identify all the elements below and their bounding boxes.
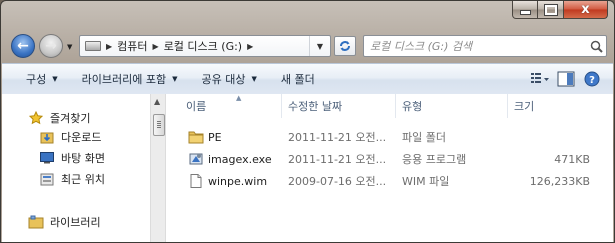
file-size: 126,233KB — [529, 174, 590, 188]
column-headers: 이름 ▲ 수정한 날짜 유형 크기 — [166, 94, 613, 118]
chevron-down-icon: ▼ — [52, 75, 58, 83]
table-row[interactable]: imagex.exe 2011-11-21 오전... 응용 프로그램 471K… — [166, 149, 613, 169]
nav-item-recent-places[interactable]: 최근 위치 — [39, 171, 105, 187]
column-date-label: 수정한 날짜 — [288, 100, 343, 113]
back-arrow-icon: ← — [17, 38, 29, 54]
view-options-icon — [531, 73, 549, 83]
download-folder-icon — [39, 130, 55, 144]
file-name: winpe.wim — [208, 174, 268, 188]
table-row[interactable]: winpe.wim 2009-07-16 오전... WIM 파일 126,23… — [166, 171, 613, 191]
exe-icon — [189, 153, 203, 165]
desktop-icon — [39, 151, 55, 165]
nav-libraries-label: 라이브러리 — [50, 216, 101, 229]
column-type-label: 유형 — [402, 100, 423, 113]
recent-pages-button[interactable]: ▼ — [67, 43, 72, 51]
scroll-up-icon[interactable]: ▲ — [154, 97, 160, 106]
column-type[interactable]: 유형 — [396, 94, 508, 118]
back-button[interactable]: ← — [11, 34, 35, 58]
close-icon: x — [581, 2, 590, 17]
organize-menu[interactable]: 구성 ▼ — [2, 71, 70, 87]
file-list: 이름 ▲ 수정한 날짜 유형 크기 PE 2011-11-21 오전... 파일… — [166, 94, 613, 242]
search-input[interactable]: 로컬 디스크 (G:) 검색 — [364, 38, 586, 54]
file-type: WIM 파일 — [402, 175, 450, 188]
help-icon: ? — [584, 71, 600, 87]
address-dropdown-button[interactable]: ▼ — [309, 36, 330, 56]
grip-icon — [157, 121, 161, 128]
forward-arrow-icon: → — [45, 38, 57, 54]
search-icon[interactable] — [586, 40, 606, 53]
caption-buttons: x — [512, 1, 608, 19]
maximize-icon — [543, 3, 558, 16]
include-in-library-label: 라이브러리에 포함 — [81, 73, 167, 86]
nav-item-label: 최근 위치 — [61, 173, 105, 186]
navigation-row: ← → ▼ ▶ 컴퓨터 ▶ 로컬 디스크 (G:) ▶ ▼ 로컬 디스크 (G:… — [1, 31, 614, 61]
file-type: 파일 폴더 — [402, 131, 446, 144]
star-icon — [28, 111, 44, 125]
svg-text:?: ? — [589, 75, 595, 86]
address-bar[interactable]: ▶ 컴퓨터 ▶ 로컬 디스크 (G:) ▶ ▼ — [79, 35, 331, 57]
nav-item-desktop[interactable]: 바탕 화면 — [39, 150, 105, 166]
column-size-label: 크기 — [514, 100, 535, 113]
nav-item-downloads[interactable]: 다운로드 — [39, 129, 101, 145]
table-row[interactable]: PE 2011-11-21 오전... 파일 폴더 — [166, 127, 613, 147]
explorer-window: x ← → ▼ ▶ 컴퓨터 ▶ 로컬 디스크 (G:) ▶ ▼ 로컬 디스크 (… — [0, 0, 615, 243]
nav-favorites[interactable]: 즐겨찾기 — [28, 110, 90, 126]
chevron-down-icon: ▼ — [251, 75, 257, 83]
chevron-down-icon: ▼ — [172, 75, 178, 83]
refresh-icon — [340, 41, 350, 51]
search-box[interactable]: 로컬 디스크 (G:) 검색 — [363, 35, 607, 57]
maximize-button[interactable] — [538, 1, 564, 19]
new-folder-button[interactable]: 새 폴더 — [269, 71, 327, 87]
chevron-down-icon: ▼ — [316, 41, 324, 51]
file-size — [508, 127, 590, 147]
navigation-pane: 즐겨찾기 다운로드 바탕 화면 최근 위치 라이브러리 — [2, 94, 150, 242]
breadcrumb-separator-icon[interactable]: ▶ — [106, 42, 112, 51]
column-size[interactable]: 크기 — [508, 94, 598, 118]
chevron-down-icon: ▼ — [67, 43, 73, 51]
column-name[interactable]: 이름 ▲ — [180, 94, 282, 118]
share-with-label: 공유 대상 — [201, 73, 246, 86]
breadcrumb-local-disk[interactable]: 로컬 디스크 (G:) — [164, 38, 242, 54]
organize-label: 구성 — [26, 73, 47, 86]
file-name: imagex.exe — [208, 152, 272, 166]
minimize-icon — [519, 10, 531, 15]
preview-pane-icon — [557, 71, 575, 87]
new-folder-label: 새 폴더 — [280, 73, 315, 86]
file-icon — [190, 174, 202, 188]
breadcrumb-separator-icon[interactable]: ▶ — [247, 42, 253, 51]
nav-favorites-label: 즐겨찾기 — [50, 112, 91, 125]
file-size: 471KB — [554, 152, 590, 166]
breadcrumb-computer[interactable]: 컴퓨터 — [117, 38, 147, 54]
drive-icon — [85, 41, 101, 51]
nav-item-label: 다운로드 — [61, 131, 102, 144]
column-name-label: 이름 — [186, 100, 207, 113]
file-type: 응용 프로그램 — [402, 153, 467, 166]
close-button[interactable]: x — [564, 1, 608, 19]
library-icon — [28, 215, 44, 229]
minimize-button[interactable] — [512, 1, 538, 19]
breadcrumb-separator-icon[interactable]: ▶ — [153, 42, 159, 51]
folder-icon — [188, 131, 204, 144]
help-button[interactable]: ? — [581, 68, 603, 90]
file-date: 2011-11-21 오전... — [288, 131, 386, 144]
refresh-button[interactable] — [334, 36, 356, 56]
nav-libraries[interactable]: 라이브러리 — [28, 214, 101, 230]
file-name: PE — [208, 130, 222, 144]
scrollbar-thumb[interactable] — [153, 114, 165, 136]
forward-button[interactable]: → — [39, 34, 63, 58]
navigation-scrollbar[interactable]: ▲ — [150, 94, 166, 242]
recent-places-icon — [39, 172, 55, 186]
file-date: 2011-11-21 오전... — [288, 153, 386, 166]
sort-up-icon: ▲ — [236, 94, 242, 102]
preview-pane-button[interactable] — [555, 68, 577, 90]
include-in-library-menu[interactable]: 라이브러리에 포함 ▼ — [70, 71, 190, 87]
nav-item-label: 바탕 화면 — [61, 152, 105, 165]
content-area: 즐겨찾기 다운로드 바탕 화면 최근 위치 라이브러리 ▲ 이름 ▲ 수정한 날… — [2, 94, 613, 242]
column-date-modified[interactable]: 수정한 날짜 — [282, 94, 396, 118]
share-with-menu[interactable]: 공유 대상 ▼ — [190, 71, 269, 87]
file-date: 2009-07-16 오전... — [288, 175, 386, 188]
command-bar: 구성 ▼ 라이브러리에 포함 ▼ 공유 대상 ▼ 새 폴더 ? — [2, 63, 613, 95]
change-view-button[interactable] — [529, 68, 551, 90]
